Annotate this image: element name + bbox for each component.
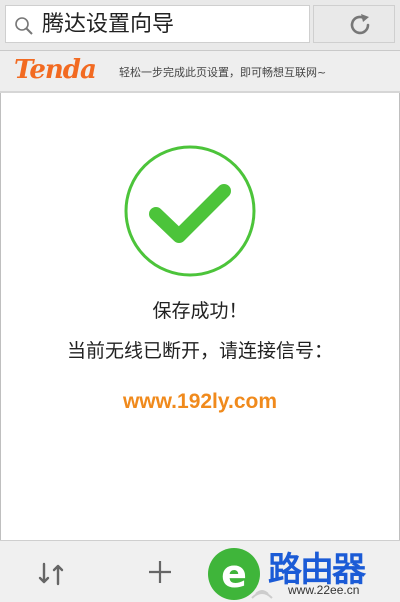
site-logo-domain: www.22ee.cn <box>288 583 360 597</box>
success-message: 保存成功！ <box>152 300 248 322</box>
top-bar: 腾达设置向导 <box>0 0 400 51</box>
checkmark-circle-icon <box>124 145 256 277</box>
watermark-url: www.192ly.com <box>122 390 278 413</box>
refresh-button[interactable] <box>313 5 395 43</box>
search-field[interactable]: 腾达设置向导 <box>5 5 310 43</box>
brand-slogan: 轻松一步完成此页设置，即可畅想互联网~ <box>119 66 327 79</box>
brand-logo: Tenda <box>14 55 97 85</box>
brand-bar: Tenda 轻松一步完成此页设置，即可畅想互联网~ <box>0 51 400 93</box>
page-title: 腾达设置向导 <box>42 12 175 37</box>
sync-icon[interactable] <box>34 558 68 590</box>
refresh-icon <box>350 14 370 35</box>
wireless-disconnected-message: 当前无线已断开，请连接信号： <box>66 340 333 362</box>
svg-text:e: e <box>221 552 247 596</box>
plus-icon[interactable] <box>146 558 174 586</box>
search-icon <box>15 17 33 35</box>
